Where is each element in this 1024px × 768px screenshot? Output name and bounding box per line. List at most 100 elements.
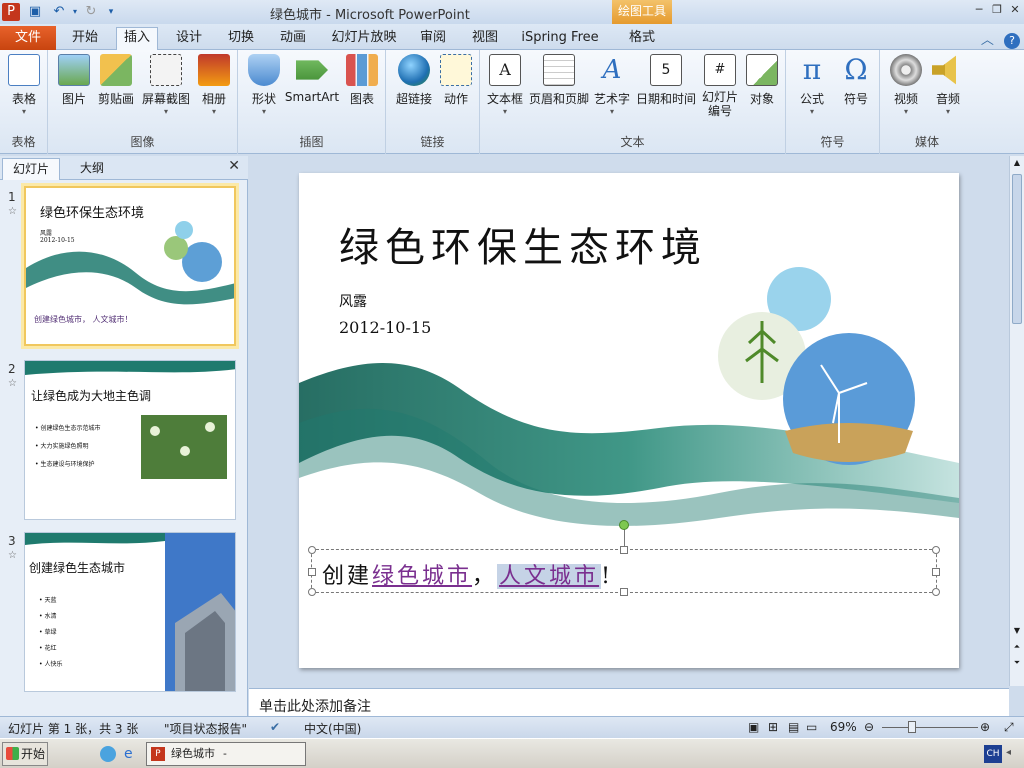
textbox-button[interactable]: A 文本框 ▾ bbox=[484, 54, 526, 117]
next-slide-icon[interactable]: ⏷ bbox=[1012, 658, 1022, 670]
action-button[interactable]: 动作 bbox=[438, 54, 474, 107]
drawing-tools-context-label: 绘图工具 bbox=[612, 0, 672, 24]
minimize-icon[interactable]: ─ bbox=[970, 2, 988, 18]
tab-review[interactable]: 审阅 bbox=[414, 28, 452, 50]
slide-thumbnail-3[interactable]: 创建绿色生态城市 • 天蓝 • 水清 • 草绿 • 花红 • 人快乐 bbox=[24, 532, 236, 692]
normal-view-icon[interactable]: ▣ bbox=[748, 720, 759, 734]
tab-file[interactable]: 文件 bbox=[0, 26, 56, 50]
powerpoint-logo-icon[interactable]: P bbox=[2, 3, 20, 21]
resize-handle[interactable] bbox=[308, 546, 316, 554]
hyperlink-button[interactable]: 超链接 bbox=[392, 54, 436, 107]
language-status[interactable]: 中文(中国) bbox=[304, 720, 361, 737]
audio-button[interactable]: 音频 ▾ bbox=[928, 54, 968, 117]
fit-to-window-icon[interactable]: ⤢ bbox=[1004, 720, 1014, 735]
tab-home[interactable]: 开始 bbox=[66, 28, 104, 50]
customize-toolbar-icon[interactable]: ▾ bbox=[102, 3, 120, 21]
shapes-button[interactable]: 形状 ▾ bbox=[244, 54, 284, 117]
tab-format[interactable]: 格式 bbox=[620, 28, 664, 50]
ribbon-controls: ︿ ? bbox=[981, 29, 1020, 49]
picture-button[interactable]: 图片 bbox=[54, 54, 94, 107]
ie-icon[interactable]: e bbox=[124, 746, 140, 762]
zoom-level[interactable]: 69% bbox=[830, 720, 857, 734]
previous-slide-icon[interactable]: ⏶ bbox=[1012, 642, 1022, 654]
rotation-handle[interactable] bbox=[619, 520, 629, 530]
photo-album-button[interactable]: 相册 ▾ bbox=[196, 54, 232, 117]
hyperlink-green-city[interactable]: 绿色城市 bbox=[372, 564, 472, 589]
symbol-button[interactable]: Ω 符号 bbox=[836, 54, 876, 107]
taskbar: 开始 e P 绿色城市 - Microsof... CH ◂ bbox=[0, 738, 1024, 768]
slide-author[interactable]: 风露 bbox=[339, 291, 367, 311]
thumb-number: 3 bbox=[8, 534, 16, 548]
taskbar-powerpoint-item[interactable]: P 绿色城市 - Microsof... bbox=[146, 742, 306, 766]
wordart-button[interactable]: A 艺术字 ▾ bbox=[592, 54, 632, 117]
animation-star-icon: ☆ bbox=[8, 550, 17, 561]
tab-insert[interactable]: 插入 bbox=[116, 27, 158, 51]
slide-title[interactable]: 绿色环保生态环境 bbox=[339, 215, 707, 273]
start-button[interactable]: 开始 bbox=[2, 742, 48, 766]
tab-view[interactable]: 视图 bbox=[466, 28, 504, 50]
notes-pane[interactable]: 单击此处添加备注 bbox=[249, 688, 1009, 716]
omega-icon: Ω bbox=[844, 53, 868, 86]
close-icon[interactable]: ✕ bbox=[1006, 2, 1024, 18]
selected-textbox[interactable]: 创建绿色城市，人文城市! bbox=[308, 520, 940, 596]
clipart-button[interactable]: 剪贴画 bbox=[96, 54, 136, 107]
equation-button[interactable]: π 公式 ▾ bbox=[792, 54, 832, 117]
restore-icon[interactable]: ❐ bbox=[988, 2, 1006, 18]
reading-view-icon[interactable]: ▤ bbox=[788, 720, 799, 734]
zoom-slider[interactable] bbox=[882, 727, 978, 728]
object-button[interactable]: 对象 bbox=[744, 54, 780, 107]
tab-slides[interactable]: 幻灯片 bbox=[2, 158, 61, 180]
screenshot-button[interactable]: 屏幕截图 ▾ bbox=[140, 54, 192, 117]
slideshow-view-icon[interactable]: ▭ bbox=[806, 720, 817, 734]
redo-icon[interactable]: ↻ bbox=[82, 3, 100, 21]
slide-canvas[interactable]: 绿色环保生态环境 风露 2012-10-15 创建绿色城市，人文城市! bbox=[299, 173, 959, 668]
resize-handle[interactable] bbox=[932, 568, 940, 576]
tray-arrow-icon[interactable]: ◂ bbox=[1006, 747, 1020, 761]
tab-transitions[interactable]: 切换 bbox=[222, 28, 260, 50]
zoom-out-icon[interactable]: ⊖ bbox=[864, 720, 874, 734]
scroll-thumb[interactable] bbox=[1012, 174, 1022, 324]
slide-thumbnail-2[interactable]: 让绿色成为大地主色调 • 创建绿色生态示范城市 • 大力实施绿色照明 • 生态建… bbox=[24, 360, 236, 520]
save-icon[interactable]: ▣ bbox=[26, 3, 44, 21]
chart-button[interactable]: 图表 bbox=[344, 54, 380, 107]
tab-animations[interactable]: 动画 bbox=[274, 28, 312, 50]
smartart-button[interactable]: SmartArt bbox=[284, 54, 340, 104]
slide-date[interactable]: 2012-10-15 bbox=[339, 318, 431, 337]
spellcheck-icon[interactable]: ✔ bbox=[270, 720, 280, 734]
zoom-in-icon[interactable]: ⊕ bbox=[980, 720, 990, 734]
scroll-up-icon[interactable]: ▲ bbox=[1012, 158, 1022, 170]
zoom-slider-thumb[interactable] bbox=[908, 721, 916, 733]
table-icon bbox=[8, 54, 40, 86]
date-time-button[interactable]: 5 日期和时间 bbox=[634, 54, 698, 107]
resize-handle[interactable] bbox=[932, 546, 940, 554]
video-button[interactable]: 视频 ▾ bbox=[886, 54, 926, 117]
caption-text[interactable]: 创建绿色城市，人文城市! bbox=[322, 558, 613, 590]
tab-ispring[interactable]: iSpring Free bbox=[518, 28, 602, 50]
tab-slideshow[interactable]: 幻灯片放映 bbox=[328, 28, 400, 50]
slide-number-button[interactable]: # 幻灯片编号 bbox=[698, 54, 742, 118]
tab-design[interactable]: 设计 bbox=[170, 28, 208, 50]
group-images: 图片 剪贴画 屏幕截图 ▾ 相册 ▾ 图像 bbox=[48, 50, 238, 154]
collapse-ribbon-icon[interactable]: ︿ bbox=[981, 33, 994, 48]
resize-handle[interactable] bbox=[308, 588, 316, 596]
group-tables: 表格 ▾ 表格 bbox=[0, 50, 48, 154]
help-icon[interactable]: ? bbox=[1004, 33, 1020, 49]
ime-indicator-icon[interactable]: CH bbox=[984, 745, 1002, 763]
header-footer-button[interactable]: 页眉和页脚 bbox=[528, 54, 590, 107]
slide-thumbnail-1[interactable]: 绿色环保生态环境 风露 2012-10-15 创建绿色城市， 人文城市！ bbox=[24, 186, 236, 346]
tab-outline[interactable]: 大纲 bbox=[70, 158, 114, 180]
resize-handle[interactable] bbox=[932, 588, 940, 596]
resize-handle[interactable] bbox=[620, 588, 628, 596]
hyperlink-humanistic-city[interactable]: 人文城市 bbox=[497, 564, 602, 589]
resize-handle[interactable] bbox=[620, 546, 628, 554]
table-button[interactable]: 表格 ▾ bbox=[6, 54, 42, 117]
vertical-scrollbar[interactable]: ▲ ▼ ⏶ ⏷ bbox=[1009, 156, 1024, 686]
scroll-down-icon[interactable]: ▼ bbox=[1012, 626, 1022, 638]
quick-launch-icon[interactable] bbox=[100, 746, 116, 762]
group-links: 超链接 动作 链接 bbox=[386, 50, 480, 154]
notes-placeholder[interactable]: 单击此处添加备注 bbox=[259, 696, 371, 716]
theme-status[interactable]: "项目状态报告" bbox=[164, 720, 247, 737]
close-pane-icon[interactable]: ✕ bbox=[228, 158, 240, 174]
resize-handle[interactable] bbox=[308, 568, 316, 576]
slide-sorter-icon[interactable]: ⊞ bbox=[768, 720, 778, 734]
